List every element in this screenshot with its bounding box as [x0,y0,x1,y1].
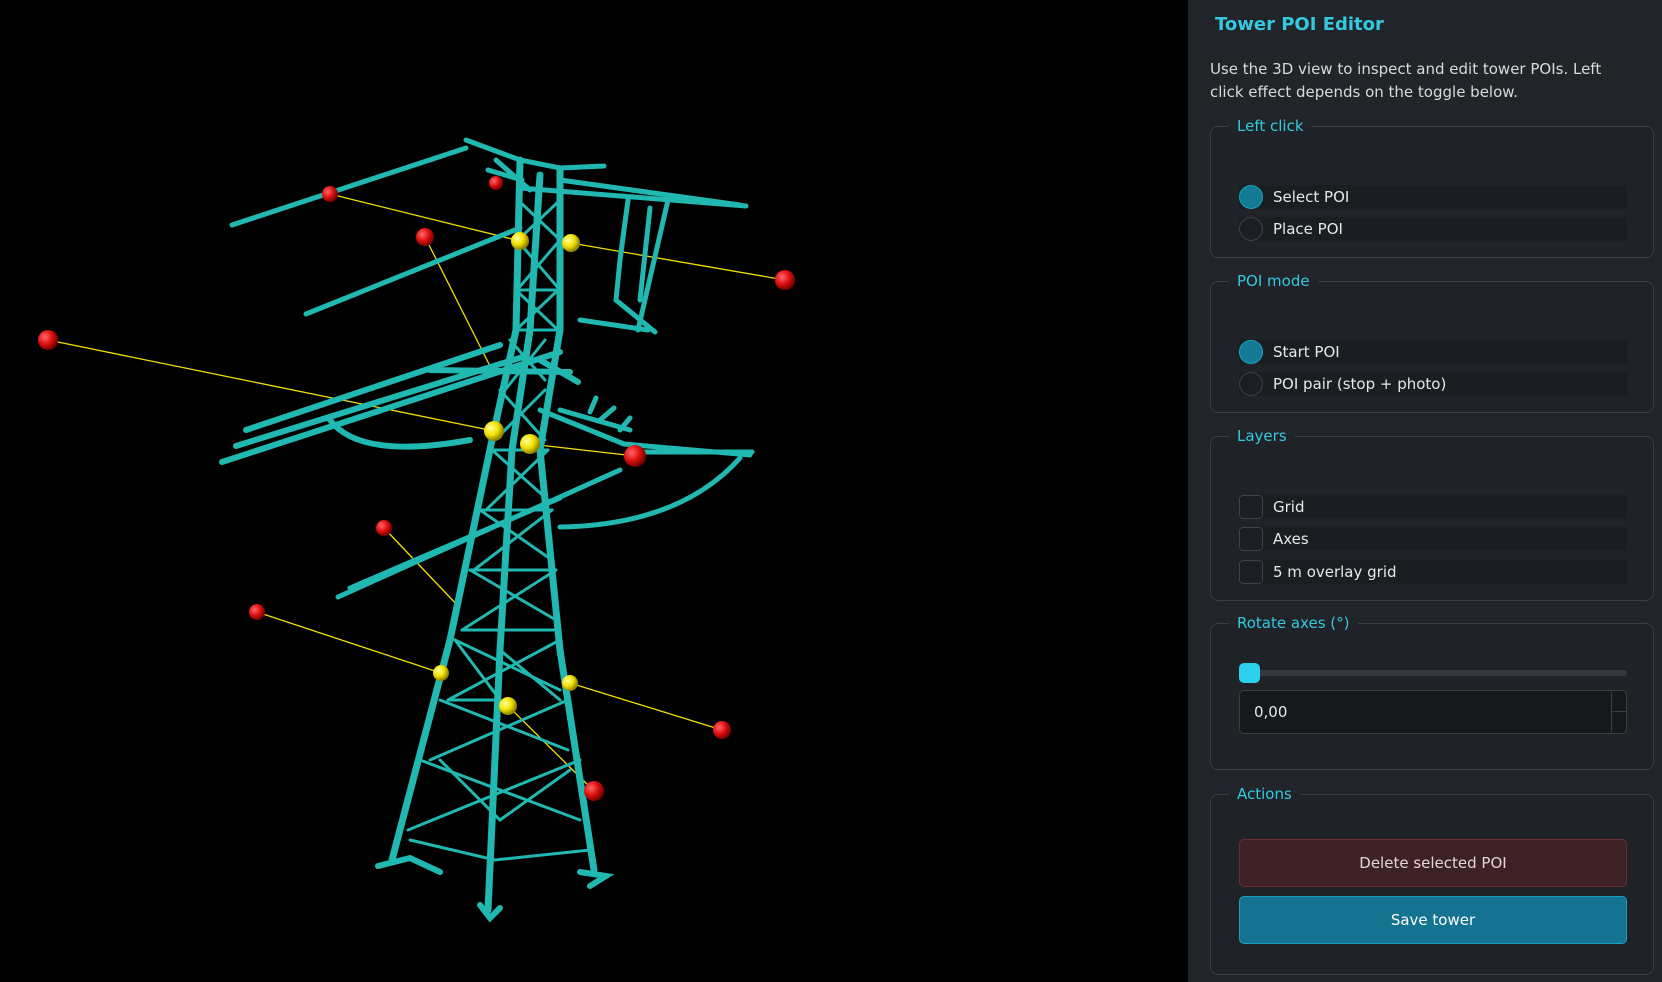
poi-mode-group: POI mode Start POI POI pair (stop + phot… [1210,272,1654,413]
poi-yellow-marker[interactable] [511,232,529,250]
radio-poi-pair-label: POI pair (stop + photo) [1273,375,1447,393]
radio-place-poi-label: Place POI [1273,220,1343,238]
poi-red-marker[interactable] [584,781,604,801]
poi-yellow-marker[interactable] [562,675,578,691]
actions-legend: Actions [1237,785,1292,803]
checkbox-axes-box[interactable] [1239,527,1263,551]
rotate-axes-spinner[interactable] [1611,692,1626,732]
rotate-axes-input[interactable] [1239,690,1627,734]
checkbox-overlay-grid-box[interactable] [1239,560,1263,584]
editor-panel: Tower POI Editor Use the 3D view to insp… [1188,0,1662,982]
actions-group: Actions Delete selected POI Save tower [1210,785,1654,975]
checkbox-grid-box[interactable] [1239,495,1263,519]
radio-poi-pair[interactable]: POI pair (stop + photo) [1239,372,1627,396]
panel-title: Tower POI Editor [1215,14,1384,35]
checkbox-axes[interactable]: Axes [1239,527,1627,551]
left-click-legend: Left click [1237,117,1304,135]
poi-link-lines [47,193,786,792]
poi-red-marker[interactable] [376,520,392,536]
checkbox-overlay-grid-label: 5 m overlay grid [1273,563,1397,581]
checkbox-overlay-grid[interactable]: 5 m overlay grid [1239,560,1627,584]
tower-model [219,137,755,923]
poi-red-marker[interactable] [249,604,265,620]
radio-start-poi-indicator[interactable] [1239,340,1263,364]
rotate-axes-group: Rotate axes (°) [1210,614,1654,770]
poi-mode-legend: POI mode [1237,272,1310,290]
left-click-group: Left click Select POI Place POI [1210,117,1654,258]
poi-red-marker[interactable] [416,228,434,246]
radio-place-poi[interactable]: Place POI [1239,217,1627,241]
poi-yellow-marker[interactable] [433,665,449,681]
radio-select-poi-label: Select POI [1273,188,1350,206]
tower-scene[interactable] [0,0,1188,982]
checkbox-grid-label: Grid [1273,498,1305,516]
radio-poi-pair-indicator[interactable] [1239,372,1263,396]
layers-legend: Layers [1237,427,1287,445]
radio-select-poi[interactable]: Select POI [1239,185,1627,209]
rotate-axes-legend: Rotate axes (°) [1237,614,1350,632]
save-tower-button[interactable]: Save tower [1239,896,1627,944]
3d-viewport[interactable] [0,0,1188,982]
poi-red-marker[interactable] [38,330,58,350]
layers-group: Layers Grid Axes 5 m overlay grid [1210,427,1654,601]
poi-yellow-marker[interactable] [499,697,517,715]
radio-start-poi-label: Start POI [1273,343,1340,361]
poi-yellow-marker[interactable] [520,434,540,454]
checkbox-axes-label: Axes [1273,530,1309,548]
poi-yellow-marker[interactable] [484,421,504,441]
poi-yellow-marker[interactable] [562,234,580,252]
radio-select-poi-indicator[interactable] [1239,185,1263,209]
radio-place-poi-indicator[interactable] [1239,217,1263,241]
rotate-axes-slider[interactable] [1239,663,1627,683]
rotate-axes-slider-thumb[interactable] [1239,663,1260,683]
checkbox-grid[interactable]: Grid [1239,495,1627,519]
panel-description: Use the 3D view to inspect and edit towe… [1210,60,1602,101]
poi-red-marker[interactable] [624,445,646,467]
radio-start-poi[interactable]: Start POI [1239,340,1627,364]
delete-selected-poi-button[interactable]: Delete selected POI [1239,839,1627,887]
poi-red-marker[interactable] [322,186,338,202]
poi-red-marker[interactable] [775,270,795,290]
poi-red-marker[interactable] [489,176,503,190]
poi-red-marker[interactable] [713,721,731,739]
